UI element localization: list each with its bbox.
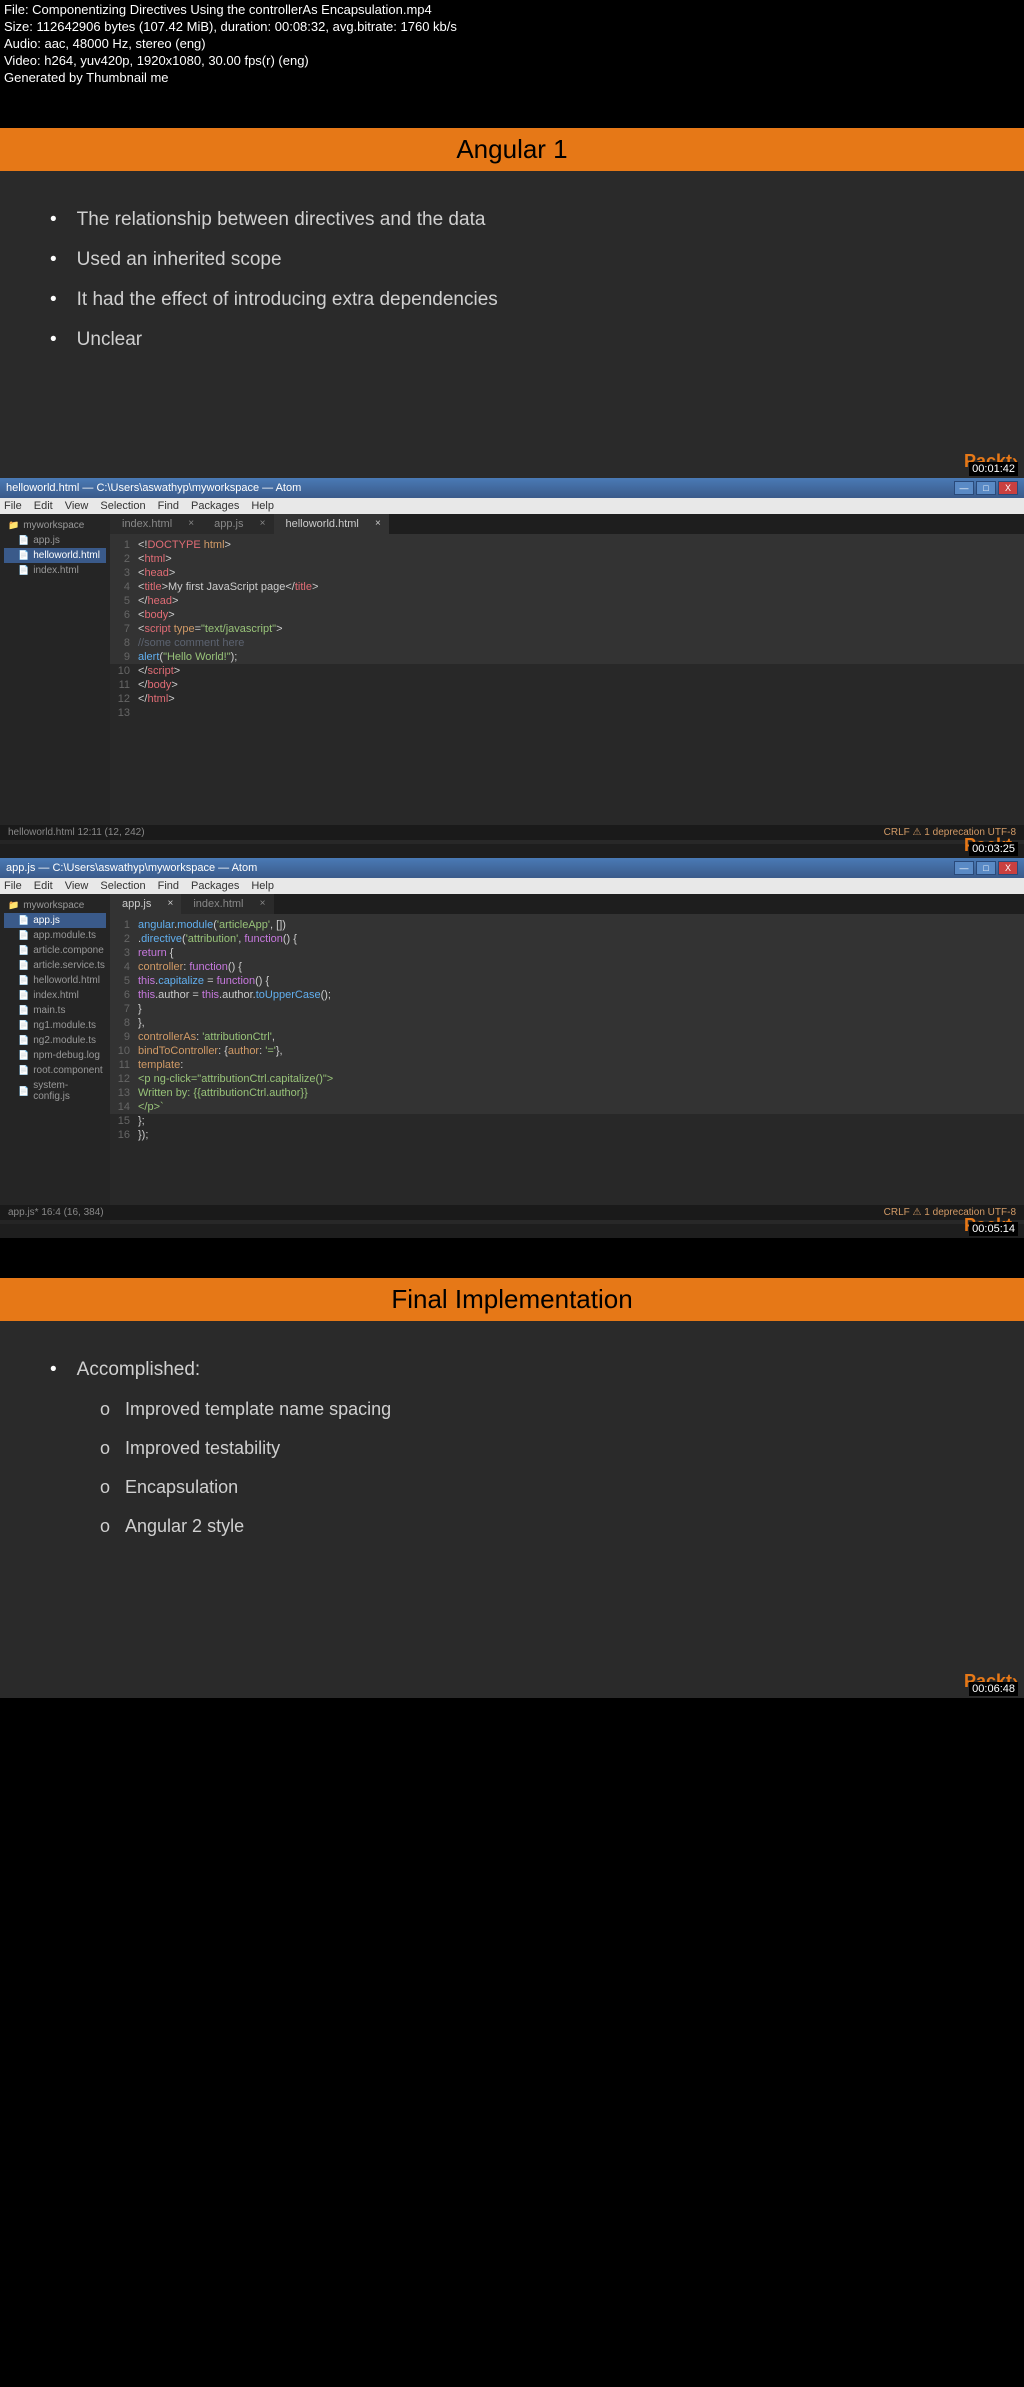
menu-bar: File Edit View Selection Find Packages H…: [0, 498, 1024, 514]
menu-file[interactable]: File: [4, 880, 22, 892]
tree-file-selected[interactable]: helloworld.html: [4, 548, 106, 563]
status-bar: app.js* 16:4 (16, 384) CRLF ⚠ 1 deprecat…: [0, 1205, 1024, 1220]
menu-selection[interactable]: Selection: [100, 880, 145, 892]
slide-body: Accomplished: Improved template name spa…: [0, 1321, 1024, 1575]
bullet: Used an inherited scope: [50, 249, 974, 271]
tab-close-icon[interactable]: ×: [260, 898, 266, 909]
tab-close-icon[interactable]: ×: [260, 518, 266, 529]
tree-folder[interactable]: myworkspace: [4, 518, 106, 533]
menu-view[interactable]: View: [65, 880, 89, 892]
tree-file[interactable]: article.service.ts: [4, 958, 106, 973]
timestamp: 00:01:42: [969, 462, 1018, 476]
menu-help[interactable]: Help: [251, 880, 274, 892]
tree-file[interactable]: article.compone: [4, 943, 106, 958]
file-tree: myworkspace app.js helloworld.html index…: [0, 514, 110, 844]
tab[interactable]: index.html×: [110, 514, 202, 534]
bullet: Accomplished:: [50, 1359, 974, 1381]
tree-file[interactable]: app.module.ts: [4, 928, 106, 943]
editor-tabs: app.js× index.html×: [110, 894, 1024, 914]
meta-audio: Audio: aac, 48000 Hz, stereo (eng): [4, 36, 1020, 53]
sub-bullet: Angular 2 style: [100, 1516, 974, 1537]
window-controls: — □ X: [954, 861, 1018, 875]
tree-file[interactable]: helloworld.html: [4, 973, 106, 988]
file-metadata: File: Componentizing Directives Using th…: [0, 0, 1024, 88]
menu-edit[interactable]: Edit: [34, 880, 53, 892]
meta-size: Size: 112642906 bytes (107.42 MiB), dura…: [4, 19, 1020, 36]
close-button[interactable]: X: [998, 861, 1018, 875]
file-tree: myworkspace app.js app.module.ts article…: [0, 894, 110, 1224]
bullet: It had the effect of introducing extra d…: [50, 289, 974, 311]
tree-file[interactable]: ng2.module.ts: [4, 1033, 106, 1048]
status-bar: helloworld.html 12:11 (12, 242) CRLF ⚠ 1…: [0, 825, 1024, 840]
tab-close-icon[interactable]: ×: [168, 898, 174, 909]
menu-find[interactable]: Find: [158, 880, 179, 892]
timestamp: 00:06:48: [969, 1682, 1018, 1696]
tree-file[interactable]: system-config.js: [4, 1078, 106, 1104]
menu-selection[interactable]: Selection: [100, 500, 145, 512]
slide-title: Final Implementation: [0, 1278, 1024, 1321]
tab-close-icon[interactable]: ×: [375, 518, 381, 529]
menu-packages[interactable]: Packages: [191, 880, 239, 892]
menu-packages[interactable]: Packages: [191, 500, 239, 512]
sub-bullet: Encapsulation: [100, 1477, 974, 1498]
tree-file[interactable]: index.html: [4, 563, 106, 578]
maximize-button[interactable]: □: [976, 861, 996, 875]
status-left[interactable]: app.js* 16:4 (16, 384): [8, 1207, 104, 1218]
menu-help[interactable]: Help: [251, 500, 274, 512]
tab[interactable]: app.js×: [202, 514, 273, 534]
code-area: app.js× index.html× 1angular.module('art…: [110, 894, 1024, 1224]
menu-find[interactable]: Find: [158, 500, 179, 512]
bullet: The relationship between directives and …: [50, 209, 974, 231]
minimize-button[interactable]: —: [954, 481, 974, 495]
slide-title: Angular 1: [0, 128, 1024, 171]
minimize-button[interactable]: —: [954, 861, 974, 875]
window-controls: — □ X: [954, 481, 1018, 495]
code-area: index.html× app.js× helloworld.html× 1<!…: [110, 514, 1024, 844]
tab-active[interactable]: app.js×: [110, 894, 181, 914]
meta-file: File: Componentizing Directives Using th…: [4, 2, 1020, 19]
code-editor[interactable]: 1angular.module('articleApp', []) 2.dire…: [110, 914, 1024, 1146]
tree-file-selected[interactable]: app.js: [4, 913, 106, 928]
menu-file[interactable]: File: [4, 500, 22, 512]
window-titlebar[interactable]: helloworld.html — C:\Users\aswathyp\mywo…: [0, 478, 1024, 498]
meta-video: Video: h264, yuv420p, 1920x1080, 30.00 f…: [4, 53, 1020, 70]
code-editor[interactable]: 1<!DOCTYPE html> 2<html> 3 <head> 4 <tit…: [110, 534, 1024, 724]
atom-editor-2: app.js — C:\Users\aswathyp\myworkspace —…: [0, 858, 1024, 1238]
timestamp: 00:03:25: [969, 842, 1018, 856]
editor-tabs: index.html× app.js× helloworld.html×: [110, 514, 1024, 534]
window-title: helloworld.html — C:\Users\aswathyp\mywo…: [6, 482, 301, 494]
menu-view[interactable]: View: [65, 500, 89, 512]
slide-body: The relationship between directives and …: [0, 171, 1024, 389]
tree-file[interactable]: root.component: [4, 1063, 106, 1078]
tree-folder[interactable]: myworkspace: [4, 898, 106, 913]
menu-edit[interactable]: Edit: [34, 500, 53, 512]
slide-angular1: Angular 1 The relationship between direc…: [0, 128, 1024, 478]
timestamp: 00:05:14: [969, 1222, 1018, 1236]
tree-file[interactable]: app.js: [4, 533, 106, 548]
tab-active[interactable]: helloworld.html×: [274, 514, 389, 534]
window-titlebar[interactable]: app.js — C:\Users\aswathyp\myworkspace —…: [0, 858, 1024, 878]
tree-file[interactable]: index.html: [4, 988, 106, 1003]
status-left[interactable]: helloworld.html 12:11 (12, 242): [8, 827, 145, 838]
sub-bullet: Improved testability: [100, 1438, 974, 1459]
tab[interactable]: index.html×: [181, 894, 273, 914]
menu-bar: File Edit View Selection Find Packages H…: [0, 878, 1024, 894]
meta-generator: Generated by Thumbnail me: [4, 70, 1020, 87]
atom-editor-1: helloworld.html — C:\Users\aswathyp\mywo…: [0, 478, 1024, 858]
sub-bullet: Improved template name spacing: [100, 1399, 974, 1420]
maximize-button[interactable]: □: [976, 481, 996, 495]
close-button[interactable]: X: [998, 481, 1018, 495]
bullet: Unclear: [50, 329, 974, 351]
tab-close-icon[interactable]: ×: [188, 518, 194, 529]
tree-file[interactable]: ng1.module.ts: [4, 1018, 106, 1033]
window-title: app.js — C:\Users\aswathyp\myworkspace —…: [6, 862, 257, 874]
tree-file[interactable]: npm-debug.log: [4, 1048, 106, 1063]
slide-final: Final Implementation Accomplished: Impro…: [0, 1278, 1024, 1698]
tree-file[interactable]: main.ts: [4, 1003, 106, 1018]
